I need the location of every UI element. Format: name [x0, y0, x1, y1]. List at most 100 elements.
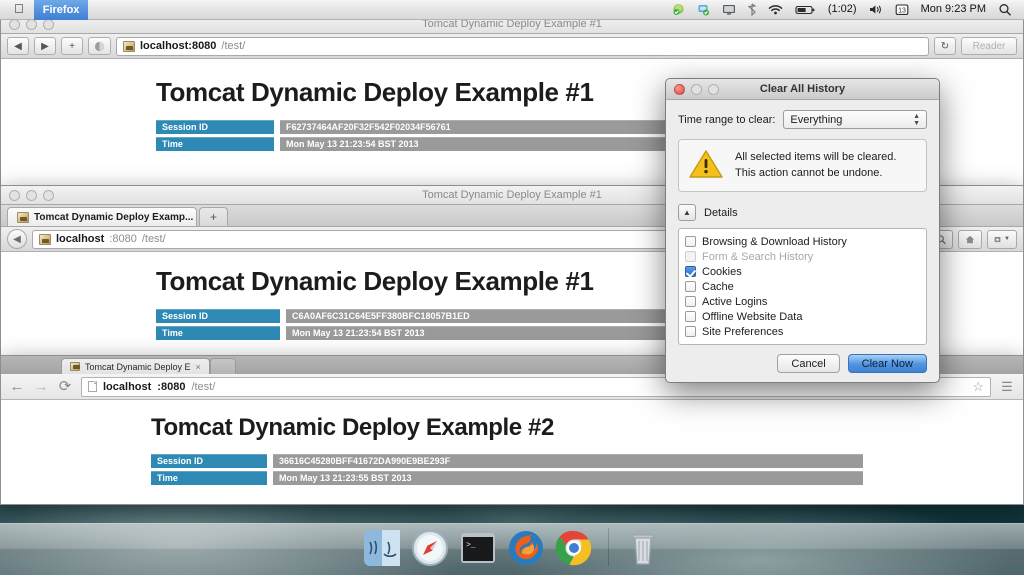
safari-traffic-lights[interactable]: [1, 19, 54, 30]
zoom-button[interactable]: [43, 19, 54, 30]
chrome-page-content: Tomcat Dynamic Deploy Example #2 Session…: [1, 400, 1023, 500]
chevron-down-icon: ▼: [1004, 236, 1010, 242]
url-path: /test/: [142, 233, 166, 245]
display-icon[interactable]: [716, 0, 742, 20]
bluetooth-icon[interactable]: [742, 0, 762, 20]
row-key: Time: [151, 471, 267, 485]
warning-triangle-icon: [689, 149, 723, 182]
wifi-icon[interactable]: [762, 0, 789, 20]
row-key: Session ID: [156, 309, 280, 323]
close-button[interactable]: [674, 84, 685, 95]
menu-bar-status-items: (1:02) 13 Mon 9:23 PM: [666, 0, 1024, 20]
menu-bar-app-name[interactable]: Firefox: [34, 0, 89, 20]
checkbox[interactable]: [685, 311, 696, 322]
dropbox-icon[interactable]: [666, 0, 691, 20]
new-tab-button[interactable]: [210, 358, 236, 374]
checkbox[interactable]: [685, 236, 696, 247]
url-path: /test/: [221, 40, 245, 52]
chrome-menu-icon[interactable]: ☰: [999, 380, 1015, 393]
page-info-icon[interactable]: [88, 381, 97, 392]
tab-tomcat-example[interactable]: Tomcat Dynamic Deploy Examp...: [7, 207, 197, 226]
reload-icon[interactable]: ⟳: [57, 379, 73, 394]
chrome-icon[interactable]: [554, 528, 594, 568]
url-host: localhost: [56, 233, 104, 245]
checkbox: [685, 251, 696, 262]
safari-toolbar[interactable]: ◀ ▶ + localhost:8080/test/ ↻ Reader: [1, 34, 1023, 59]
checkbox-row-site-preferences[interactable]: Site Preferences: [685, 324, 920, 339]
home-icon[interactable]: [958, 230, 982, 249]
battery-icon[interactable]: [789, 0, 822, 20]
reload-button[interactable]: ↻: [934, 37, 956, 55]
firefox-icon[interactable]: [506, 528, 546, 568]
checkbox[interactable]: [685, 296, 696, 307]
stepper-arrows-icon: ▲▼: [913, 113, 920, 127]
row-value: Mon May 13 21:23:55 BST 2013: [273, 471, 863, 485]
svg-text:>_: >_: [466, 541, 476, 550]
menu-bar-left:  Firefox: [0, 0, 88, 20]
checkbox[interactable]: [685, 326, 696, 337]
zoom-button[interactable]: [43, 190, 54, 201]
row-key: Time: [156, 326, 280, 340]
site-favicon: [123, 41, 135, 52]
bookmarks-icon[interactable]: ▼: [987, 230, 1017, 249]
checkbox-row-active-logins[interactable]: Active Logins: [685, 294, 920, 309]
checkbox-label: Cache: [702, 281, 734, 293]
clear-all-history-dialog[interactable]: Clear All History Time range to clear: E…: [665, 78, 940, 383]
volume-icon[interactable]: [863, 0, 889, 20]
safari-icon[interactable]: [410, 528, 450, 568]
clear-now-button[interactable]: Clear Now: [848, 354, 927, 373]
checkbox-label: Offline Website Data: [702, 311, 802, 323]
url-path: /test/: [191, 381, 215, 393]
details-disclosure-button[interactable]: ▲: [678, 204, 696, 221]
row-key: Session ID: [151, 454, 267, 468]
apple-menu-icon[interactable]: : [8, 0, 34, 20]
bookmark-star-icon[interactable]: ☆: [972, 379, 984, 395]
warning-line-1: All selected items will be cleared.: [735, 150, 896, 166]
sync-icon[interactable]: [691, 0, 716, 20]
minimize-button: [691, 84, 702, 95]
close-button[interactable]: [9, 19, 20, 30]
firefox-traffic-lights[interactable]: [1, 190, 54, 201]
back-icon[interactable]: ←: [9, 379, 25, 394]
back-button[interactable]: ◀: [7, 37, 29, 55]
menu-bar-clock[interactable]: Mon 9:23 PM: [915, 0, 992, 20]
url-host: localhost: [103, 381, 151, 393]
checkbox[interactable]: [685, 281, 696, 292]
dock-separator: [608, 528, 609, 566]
back-button[interactable]: ◀: [7, 229, 27, 249]
cancel-button[interactable]: Cancel: [777, 354, 839, 373]
row-key: Time: [156, 137, 274, 151]
svg-text:13: 13: [898, 7, 906, 14]
details-row: ▲ Details: [678, 204, 927, 221]
calendar-icon[interactable]: 13: [889, 0, 915, 20]
new-tab-button[interactable]: +: [199, 207, 228, 226]
safari-address-bar[interactable]: localhost:8080/test/: [116, 37, 929, 56]
minimize-button[interactable]: [26, 190, 37, 201]
minimize-button[interactable]: [26, 19, 37, 30]
time-range-select[interactable]: Everything ▲▼: [783, 110, 927, 129]
share-button[interactable]: [88, 37, 111, 55]
dialog-titlebar[interactable]: Clear All History: [666, 79, 939, 100]
time-range-label: Time range to clear:: [678, 114, 775, 126]
tab-close-icon[interactable]: ×: [196, 362, 201, 372]
warning-text: All selected items will be cleared. This…: [735, 150, 896, 182]
url-host: localhost:8080: [140, 40, 216, 52]
checkbox[interactable]: [685, 266, 696, 277]
terminal-icon[interactable]: >_: [458, 528, 498, 568]
page-title: Tomcat Dynamic Deploy Example #2: [151, 414, 1023, 442]
dialog-traffic-lights[interactable]: [666, 84, 719, 95]
reader-button[interactable]: Reader: [961, 37, 1017, 55]
forward-button[interactable]: ▶: [34, 37, 56, 55]
checkbox-row-offline-website-data[interactable]: Offline Website Data: [685, 309, 920, 324]
url-port: :8080: [157, 381, 185, 393]
tab-tomcat-example[interactable]: Tomcat Dynamic Deploy E ×: [61, 358, 210, 374]
finder-icon[interactable]: [362, 528, 402, 568]
checkbox-row-cache[interactable]: Cache: [685, 279, 920, 294]
checkbox-label: Form & Search History: [702, 251, 813, 263]
close-button[interactable]: [9, 190, 20, 201]
new-tab-button[interactable]: +: [61, 37, 83, 55]
spotlight-search-icon[interactable]: [992, 0, 1018, 20]
trash-icon[interactable]: [623, 528, 663, 568]
checkbox-row-cookies[interactable]: Cookies: [685, 264, 920, 279]
checkbox-row-browsing-download-history[interactable]: Browsing & Download History: [685, 234, 920, 249]
